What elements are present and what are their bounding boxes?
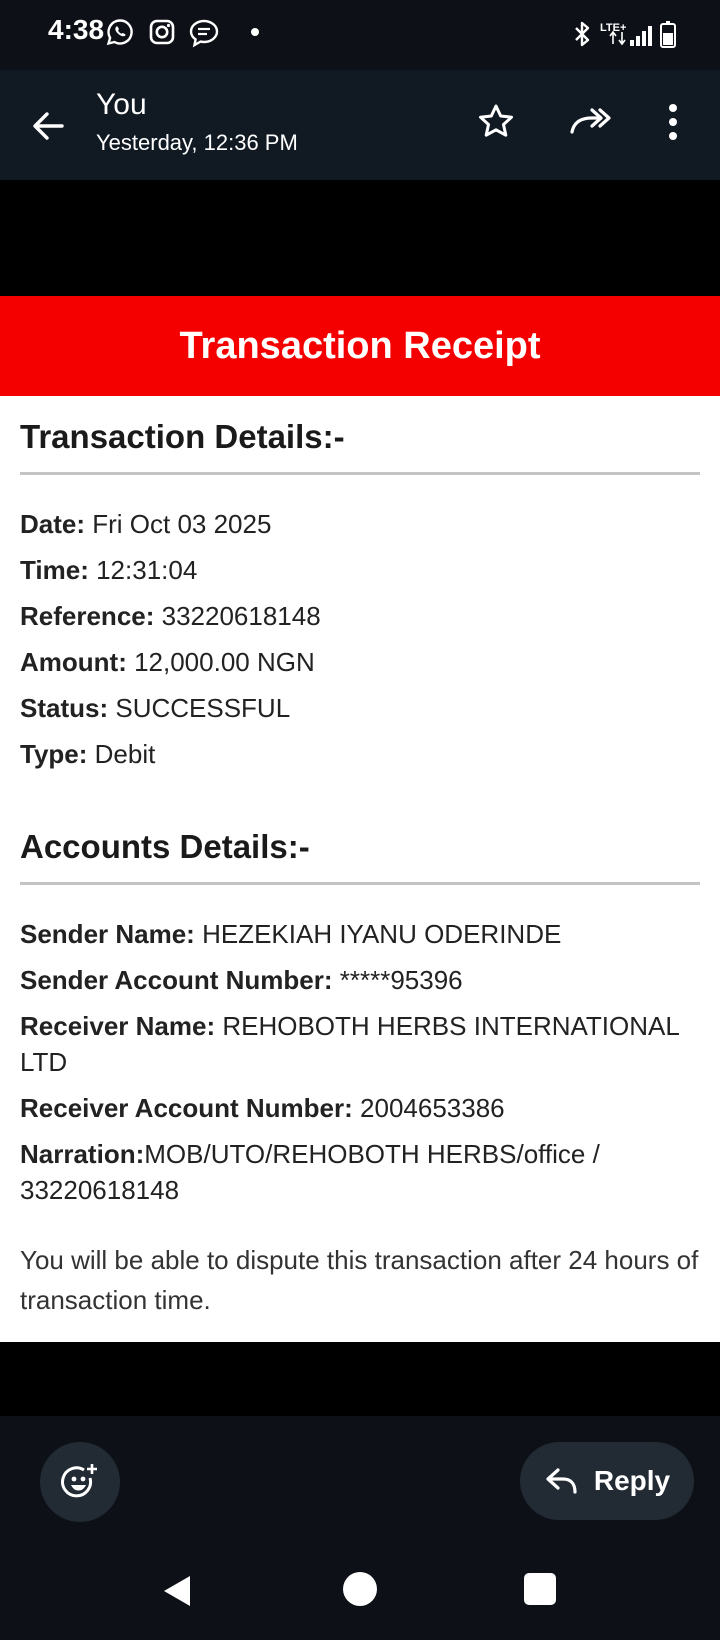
whatsapp-icon	[106, 19, 133, 46]
field-status: Status: SUCCESSFUL	[20, 693, 291, 723]
lte-icon: LTE+	[600, 22, 626, 46]
field-receiver-name: Receiver Name: REHOBOTH HERBS INTERNATIO…	[20, 1011, 679, 1077]
dispute-note: You will be able to dispute this transac…	[20, 1245, 699, 1315]
field-receiver-account: Receiver Account Number: 2004653386	[20, 1093, 505, 1123]
instagram-icon	[149, 19, 175, 45]
field-date: Date: Fri Oct 03 2025	[20, 509, 272, 539]
status-right-icons: LTE+	[575, 21, 676, 48]
nav-home-icon[interactable]	[343, 1572, 377, 1606]
transaction-receipt: Transaction Receipt Transaction Details:…	[0, 296, 720, 1342]
reply-button[interactable]: Reply	[520, 1442, 694, 1520]
nav-recents-icon[interactable]	[524, 1573, 556, 1605]
divider	[20, 472, 700, 475]
status-bar: 4:38 LTE+	[0, 0, 720, 70]
add-reaction-button[interactable]	[40, 1442, 120, 1522]
receipt-banner: Transaction Receipt	[0, 296, 720, 396]
field-reference: Reference: 33220618148	[20, 601, 321, 631]
more-options-icon[interactable]	[666, 102, 680, 142]
field-type: Type: Debit	[20, 739, 156, 769]
sender-name: You	[96, 88, 147, 121]
field-time: Time: 12:31:04	[20, 555, 198, 585]
email-header: You Yesterday, 12:36 PM	[0, 70, 720, 180]
system-navigation-bar	[0, 1536, 720, 1640]
message-timestamp: Yesterday, 12:36 PM	[96, 130, 298, 155]
receipt-title: Transaction Receipt	[179, 324, 541, 367]
accounts-details-heading: Accounts Details:-	[20, 828, 310, 865]
notification-dot	[251, 28, 259, 36]
reply-icon	[546, 1468, 577, 1494]
status-time: 4:38	[48, 14, 105, 45]
bluetooth-icon	[575, 21, 590, 47]
battery-icon	[660, 21, 676, 48]
add-emoji-icon	[61, 1464, 97, 1498]
field-sender-name: Sender Name: HEZEKIAH IYANU ODERINDE	[20, 919, 562, 949]
field-amount: Amount: 12,000.00 NGN	[20, 647, 315, 677]
reply-label: Reply	[593, 1465, 671, 1496]
bottom-action-bar: Reply	[0, 1416, 720, 1536]
transaction-details-heading: Transaction Details:-	[20, 418, 345, 455]
forward-all-icon[interactable]	[568, 104, 612, 138]
signal-icon	[630, 26, 652, 46]
message-icon	[189, 19, 219, 48]
field-sender-account: Sender Account Number: *****95396	[20, 965, 463, 995]
divider	[20, 882, 700, 885]
star-icon[interactable]	[476, 102, 516, 142]
back-arrow-icon[interactable]	[28, 106, 68, 146]
nav-back-icon[interactable]	[160, 1574, 194, 1608]
field-narration: Narration:MOB/UTO/REHOBOTH HERBS/office …	[20, 1139, 600, 1205]
